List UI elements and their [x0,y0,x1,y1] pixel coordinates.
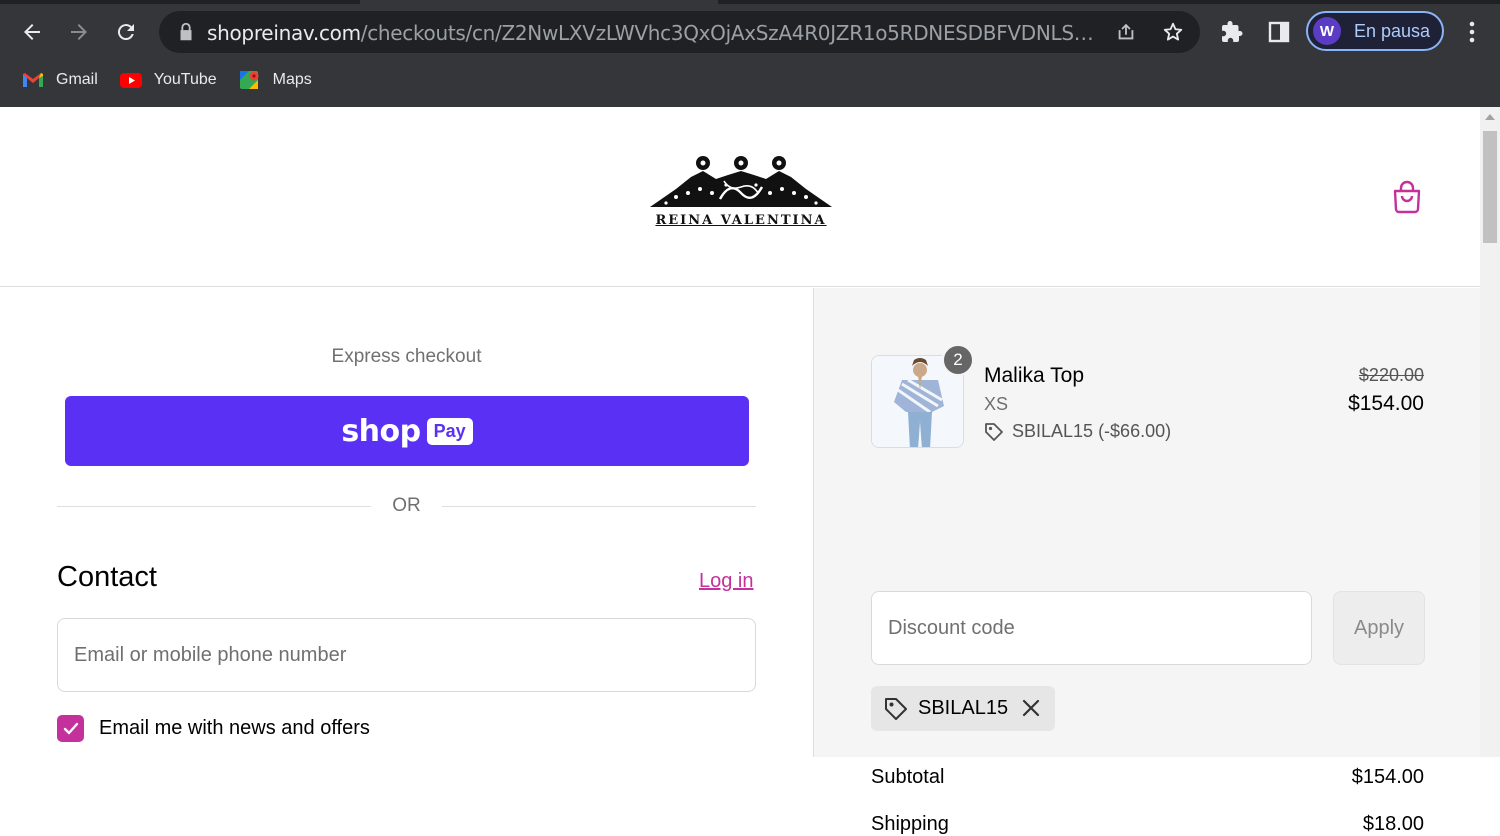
side-panel-icon [1268,21,1290,43]
shop-pay-button[interactable]: shop Pay [65,396,749,466]
applied-discount-code: SBILAL15 [918,697,1009,719]
back-arrow-icon [24,24,40,40]
remove-discount-icon[interactable] [1021,698,1041,718]
or-separator: OR [392,495,421,516]
login-link[interactable]: Log in [699,570,754,593]
back-button[interactable] [14,14,50,50]
shopping-bag-icon [1393,180,1421,214]
email-field[interactable] [57,618,756,692]
bookmark-label: Gmail [56,71,98,88]
page-scrollbar[interactable] [1480,107,1500,757]
express-checkout-label: Express checkout [331,346,482,367]
quantity-badge: 2 [942,344,974,376]
bookmark-label: Maps [272,71,312,88]
bookmark-gmail[interactable]: Gmail [22,71,98,89]
bookmark-youtube[interactable]: YouTube [119,71,217,89]
youtube-icon [119,73,142,88]
tag-icon [985,422,1003,441]
cart-button[interactable] [1391,180,1423,214]
checkout-page: REINA VALENTINA Express checkout shop Pa… [0,107,1480,835]
brand-name: REINA VALENTINA [655,213,827,228]
discount-code-input[interactable] [871,591,1312,665]
browser-chrome: shopreinav.com/checkouts/cn/Z2NwLXVzLWVh… [0,0,1500,107]
url-path: /checkouts/cn/Z2NwLXVzLWVhc3QxOjAxSzA4R0… [360,21,1097,45]
lock-icon [180,22,192,41]
apply-button[interactable]: Apply [1333,591,1425,665]
reload-button[interactable] [108,14,144,50]
checkout-form: Express checkout shop Pay OR Contact Log… [0,288,813,757]
applied-discount-chip: SBILAL15 [871,686,1055,731]
product-name: Malika Top [984,364,1084,387]
checkmark-icon [63,722,78,734]
forward-button[interactable] [61,14,97,50]
discounted-price: $154.00 [1348,392,1424,415]
tab-strip [0,0,360,4]
address-bar[interactable]: shopreinav.com/checkouts/cn/Z2NwLXVzLWVh… [159,11,1200,53]
extensions-button[interactable] [1217,17,1247,47]
store-logo[interactable]: REINA VALENTINA [646,149,836,231]
bookmark-star-icon[interactable] [1162,21,1184,43]
shop-pay-wordmark: shop [341,413,421,449]
order-summary: 2 Malika Top XS SBILAL15 (-$66.00) $220.… [813,288,1480,835]
product-variant: XS [984,394,1009,414]
bookmarks-bar: Gmail YouTube Maps [0,64,312,96]
original-price: $220.00 [1358,365,1424,385]
contact-heading: Contact [57,561,157,593]
subtotal-label: Subtotal [871,766,945,788]
tag-icon [885,697,907,720]
news-offers-label: Email me with news and offers [99,717,370,739]
shop-pay-badge: Pay [426,417,473,445]
gmail-icon [23,73,43,87]
maps-icon [239,71,259,89]
subtotal-value: $154.00 [1351,766,1424,788]
avatar: W [1313,17,1341,45]
store-header: REINA VALENTINA [0,107,1480,287]
share-icon[interactable] [1115,21,1137,43]
side-panel-button[interactable] [1264,17,1294,47]
crown-logo-icon [650,156,832,207]
forward-arrow-icon [71,24,87,40]
kebab-menu-icon [1469,21,1475,43]
tab-strip-right [718,0,1500,4]
profile-status-label: En pausa [1354,20,1431,41]
scroll-up-arrow-icon[interactable] [1485,114,1495,120]
url-host: shopreinav.com [207,21,361,45]
bookmark-maps[interactable]: Maps [239,71,312,89]
url-text: shopreinav.com/checkouts/cn/Z2NwLXVzLWVh… [207,21,1097,45]
shipping-label: Shipping [871,813,949,835]
shipping-value: $18.00 [1362,813,1424,835]
scrollbar-thumb[interactable] [1483,131,1497,243]
profile-button[interactable]: W En pausa [1306,11,1444,51]
product-discount-text: SBILAL15 (-$66.00) [1012,421,1172,441]
puzzle-icon [1222,21,1243,42]
browser-menu-button[interactable] [1457,17,1487,47]
news-offers-checkbox[interactable] [57,715,84,742]
bookmark-label: YouTube [153,71,217,88]
reload-icon [117,24,134,41]
product-discount: SBILAL15 (-$66.00) [984,421,1171,442]
